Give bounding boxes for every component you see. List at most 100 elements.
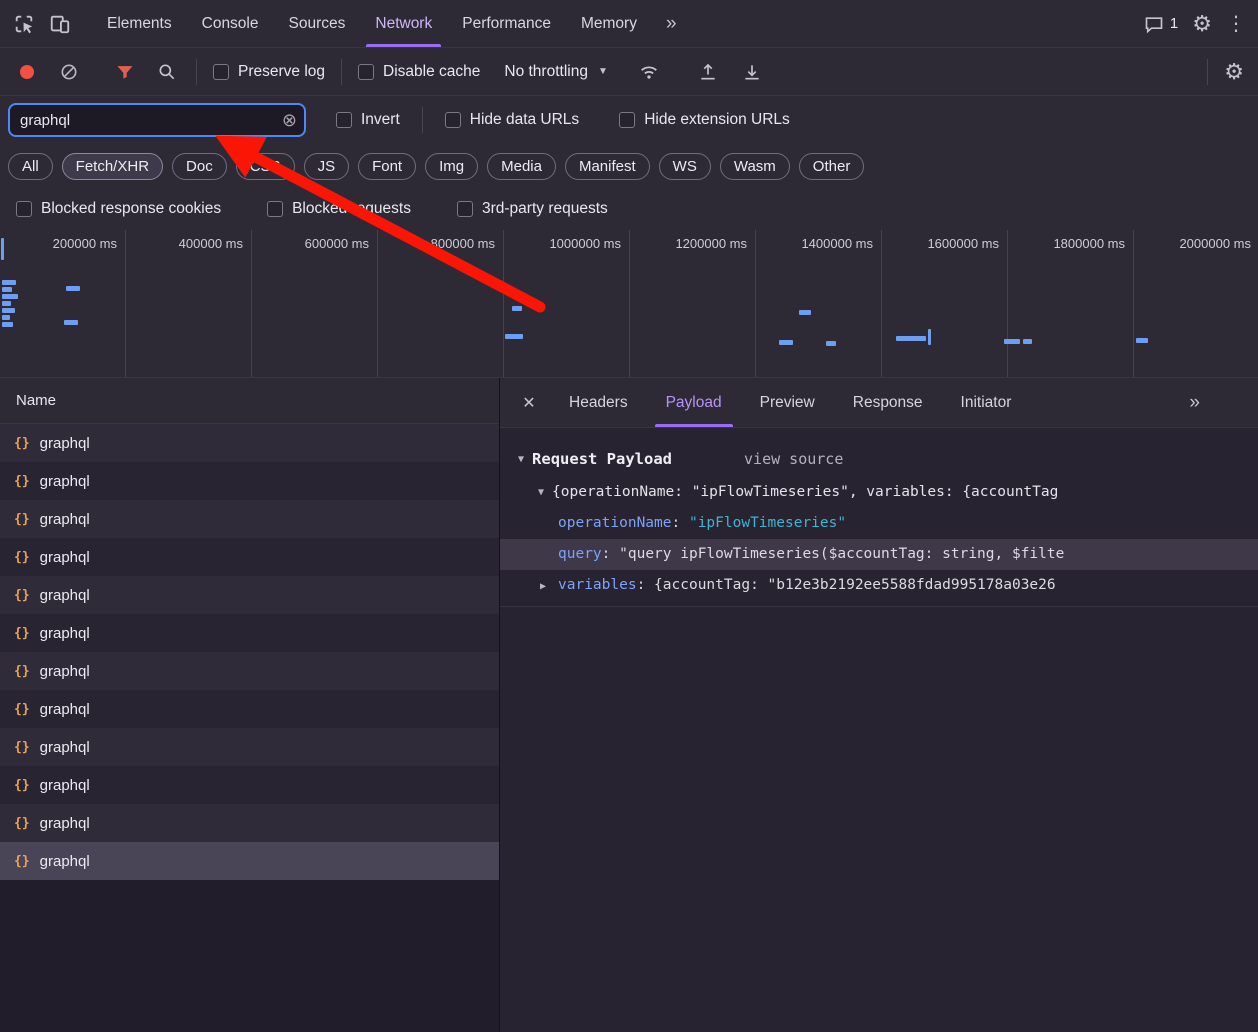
- type-filter-doc[interactable]: Doc: [172, 153, 227, 180]
- main-tab-performance[interactable]: Performance: [447, 0, 566, 47]
- payload-value: {accountTag: "b12e3b2192ee5588fdad995178…: [654, 577, 1056, 593]
- payload-summary-text: {operationName: "ipFlowTimeseries", vari…: [552, 484, 1058, 500]
- request-name: graphql: [40, 853, 90, 870]
- request-row[interactable]: {}graphql: [0, 804, 499, 842]
- settings-gear-icon[interactable]: ⚙: [1192, 13, 1212, 35]
- network-conditions-icon[interactable]: [634, 61, 664, 83]
- checkbox-icon: [457, 201, 473, 217]
- payload-key: operationName: [558, 515, 672, 531]
- timeline-segment: 800000 ms: [378, 230, 504, 377]
- type-filter-fetch-xhr[interactable]: Fetch/XHR: [62, 153, 163, 180]
- throttling-dropdown[interactable]: No throttling ▼: [504, 63, 607, 81]
- type-filter-all[interactable]: All: [8, 153, 53, 180]
- clear-filter-icon[interactable]: ⊗: [282, 111, 297, 129]
- advanced-filter-3rd-party-requests[interactable]: 3rd-party requests: [457, 200, 608, 218]
- view-source-link[interactable]: view source: [744, 450, 843, 468]
- type-filter-ws[interactable]: WS: [659, 153, 711, 180]
- main-tab-list: ElementsConsoleSourcesNetworkPerformance…: [92, 0, 652, 47]
- script-braces-icon: {}: [14, 702, 30, 717]
- request-row[interactable]: {}graphql: [0, 424, 499, 462]
- request-row[interactable]: {}graphql: [0, 728, 499, 766]
- request-name: graphql: [40, 625, 90, 642]
- advanced-filter-blocked-response-cookies[interactable]: Blocked response cookies: [16, 200, 221, 218]
- network-settings-gear-icon[interactable]: ⚙: [1224, 61, 1244, 83]
- network-activity-bar: [1, 238, 4, 260]
- request-row[interactable]: {}graphql: [0, 842, 499, 880]
- toolbar-separator: [341, 59, 342, 85]
- name-column-header[interactable]: Name: [0, 378, 499, 424]
- network-activity-bar: [896, 336, 926, 341]
- preserve-log-checkbox[interactable]: Preserve log: [213, 63, 325, 81]
- type-filter-css[interactable]: CSS: [236, 153, 295, 180]
- main-tab-sources[interactable]: Sources: [274, 0, 361, 47]
- payload-entry-variables[interactable]: ▶variables: {accountTag: "b12e3b2192ee55…: [500, 570, 1258, 601]
- payload-entry-query[interactable]: query: "query ipFlowTimeseries($accountT…: [500, 539, 1258, 570]
- search-icon[interactable]: [154, 62, 180, 82]
- checkbox-icon: [213, 64, 229, 80]
- close-details-icon[interactable]: ✕: [508, 378, 550, 427]
- payload-value: "ipFlowTimeseries": [689, 515, 846, 531]
- network-activity-bar: [2, 294, 18, 299]
- record-network-log-button[interactable]: [20, 65, 34, 79]
- type-filter-js[interactable]: JS: [304, 153, 350, 180]
- inspect-element-icon[interactable]: [6, 0, 42, 47]
- hide-data-urls-checkbox[interactable]: Hide data URLs: [445, 111, 579, 129]
- type-filter-img[interactable]: Img: [425, 153, 478, 180]
- network-activity-bar: [928, 329, 931, 345]
- type-filter-other[interactable]: Other: [799, 153, 865, 180]
- advanced-filter-blocked-requests[interactable]: Blocked requests: [267, 200, 411, 218]
- payload-summary-row[interactable]: ▼ {operationName: "ipFlowTimeseries", va…: [500, 476, 1258, 508]
- more-panels-icon[interactable]: »: [652, 0, 691, 47]
- request-row[interactable]: {}graphql: [0, 500, 499, 538]
- payload-pane: ▼ Request Payload view source ▼ {operati…: [500, 428, 1258, 1032]
- tabs-right-controls: 1 ⚙ ⋮: [1144, 0, 1258, 47]
- kebab-menu-icon[interactable]: ⋮: [1226, 14, 1246, 34]
- detail-tab-initiator[interactable]: Initiator: [942, 378, 1031, 427]
- network-activity-bar: [2, 280, 16, 285]
- main-tab-console[interactable]: Console: [187, 0, 274, 47]
- main-tab-bar: ElementsConsoleSourcesNetworkPerformance…: [0, 0, 1258, 48]
- type-filter-font[interactable]: Font: [358, 153, 416, 180]
- invert-checkbox[interactable]: Invert: [336, 111, 400, 129]
- device-toolbar-icon[interactable]: [42, 0, 78, 47]
- timeline-tick-label: 1000000 ms: [504, 230, 629, 251]
- type-filter-media[interactable]: Media: [487, 153, 556, 180]
- checkbox-icon: [358, 64, 374, 80]
- clear-network-log-icon[interactable]: [56, 62, 82, 82]
- hide-extension-urls-checkbox[interactable]: Hide extension URLs: [619, 111, 790, 129]
- request-row[interactable]: {}graphql: [0, 690, 499, 728]
- request-row[interactable]: {}graphql: [0, 576, 499, 614]
- export-har-icon[interactable]: [738, 62, 766, 82]
- request-row[interactable]: {}graphql: [0, 652, 499, 690]
- request-payload-section-header[interactable]: ▼ Request Payload view source: [500, 442, 1258, 476]
- filter-bar: ⊗ Invert Hide data URLs Hide extension U…: [0, 96, 1258, 144]
- main-tab-memory[interactable]: Memory: [566, 0, 652, 47]
- detail-more-tabs-icon[interactable]: »: [1189, 378, 1200, 427]
- detail-tab-preview[interactable]: Preview: [741, 378, 834, 427]
- timeline-tick-label: 400000 ms: [126, 230, 251, 251]
- detail-tab-response[interactable]: Response: [834, 378, 942, 427]
- script-braces-icon: {}: [14, 626, 30, 641]
- request-row[interactable]: {} graphql: [0, 614, 499, 652]
- network-filter-input[interactable]: [8, 103, 306, 137]
- timeline-overview[interactable]: 200000 ms400000 ms600000 ms800000 ms1000…: [0, 230, 1258, 378]
- issues-button[interactable]: 1: [1144, 14, 1178, 34]
- payload-key: variables: [558, 577, 637, 593]
- disable-cache-checkbox[interactable]: Disable cache: [358, 63, 480, 81]
- main-tab-network[interactable]: Network: [360, 0, 447, 47]
- script-braces-icon: {}: [14, 512, 30, 527]
- request-row[interactable]: {}graphql: [0, 766, 499, 804]
- payload-entry-operationname[interactable]: operationName: "ipFlowTimeseries": [500, 508, 1258, 539]
- type-filter-manifest[interactable]: Manifest: [565, 153, 650, 180]
- main-tab-elements[interactable]: Elements: [92, 0, 187, 47]
- section-title: Request Payload: [532, 450, 672, 468]
- collapsed-arrow-icon[interactable]: ▶: [540, 571, 558, 601]
- import-har-icon[interactable]: [694, 62, 722, 82]
- request-row[interactable]: {}graphql: [0, 462, 499, 500]
- network-activity-bar: [2, 308, 15, 313]
- detail-tab-headers[interactable]: Headers: [550, 378, 647, 427]
- request-row[interactable]: {}graphql: [0, 538, 499, 576]
- filter-funnel-icon[interactable]: [112, 62, 138, 82]
- type-filter-wasm[interactable]: Wasm: [720, 153, 790, 180]
- detail-tab-payload[interactable]: Payload: [647, 378, 741, 427]
